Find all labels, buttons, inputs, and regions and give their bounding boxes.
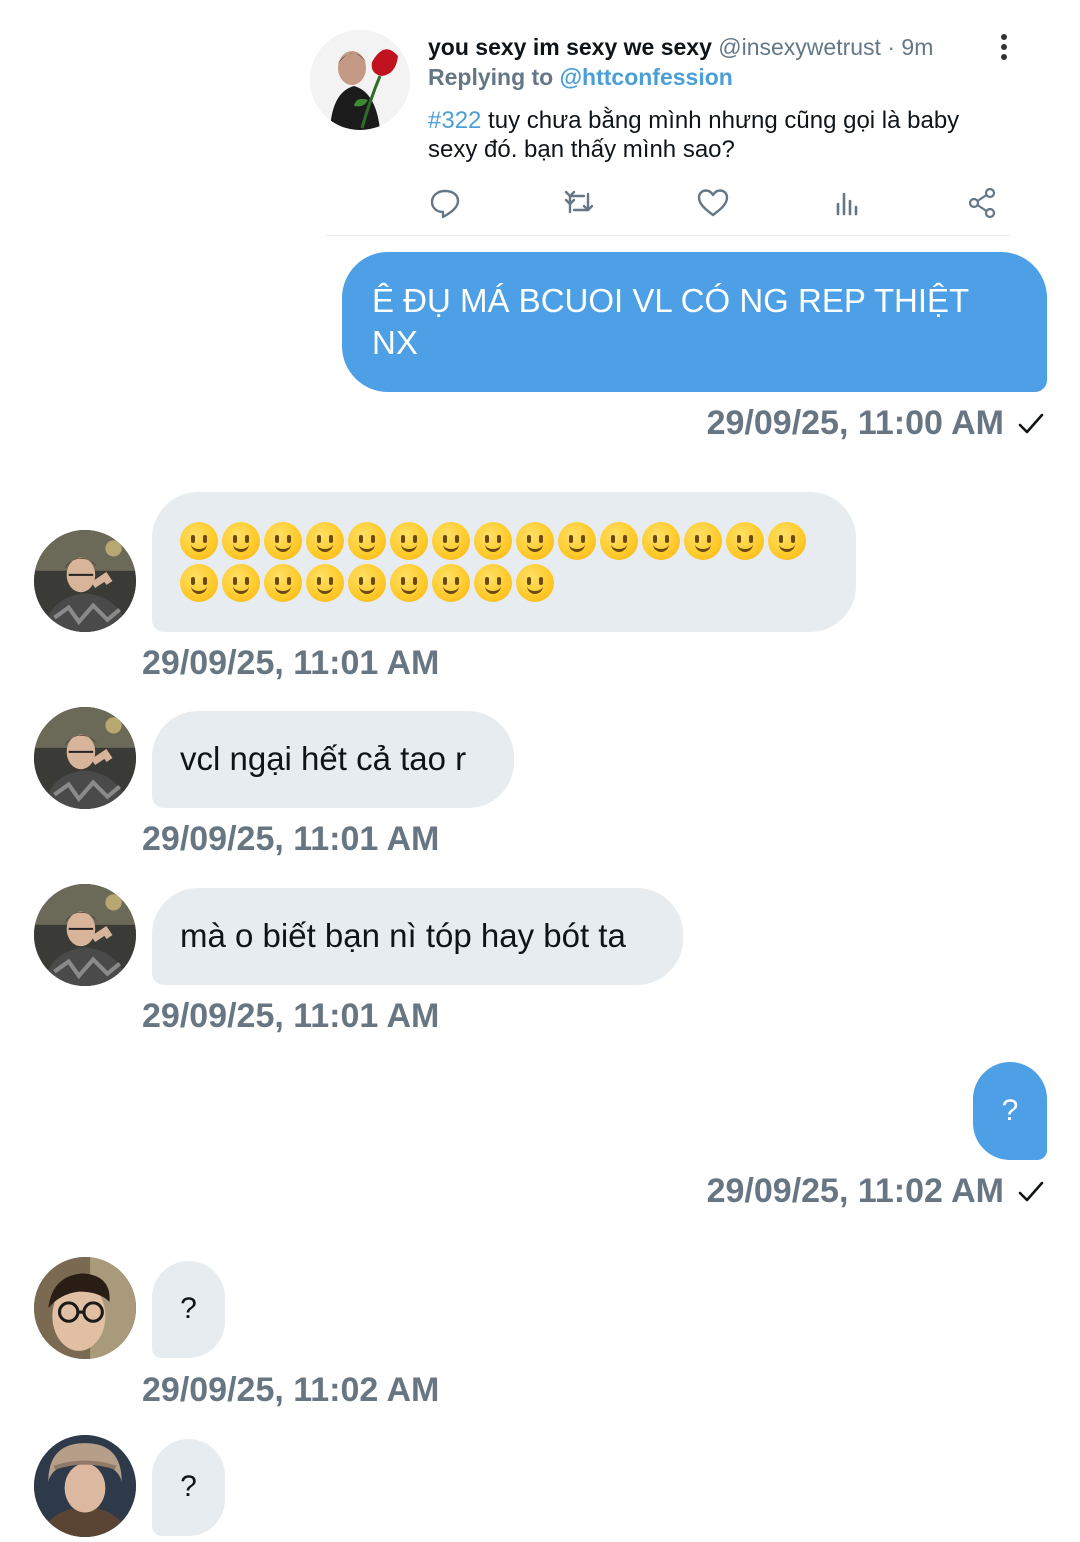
slightly-smiling-face-icon <box>474 564 512 602</box>
message-text: ? <box>180 1470 197 1503</box>
emoji-row <box>180 564 856 604</box>
slightly-smiling-face-icon <box>222 522 260 560</box>
slightly-smiling-face-icon <box>432 564 470 602</box>
message-bubble-received[interactable]: ? <box>152 1439 225 1536</box>
tweet-divider <box>326 235 1010 236</box>
sender-avatar[interactable] <box>34 884 136 986</box>
slightly-smiling-face-icon <box>390 522 428 560</box>
slightly-smiling-face-icon <box>432 522 470 560</box>
replying-to-line: Replying to @httconfession <box>428 64 733 91</box>
message-bubble-sent[interactable]: ? <box>973 1062 1047 1160</box>
slightly-smiling-face-icon <box>180 522 218 560</box>
slightly-smiling-face-icon <box>768 522 806 560</box>
message-text: Ê ĐỤ MÁ BCUOI VL CÓ NG REP THIỆT NX <box>372 282 969 361</box>
message-timestamp: 29/09/25, 11:01 AM <box>142 997 440 1035</box>
slightly-smiling-face-icon <box>306 564 344 602</box>
slightly-smiling-face-icon <box>684 522 722 560</box>
timestamp-text: 29/09/25, 11:00 AM <box>706 404 1004 442</box>
slightly-smiling-face-icon <box>348 522 386 560</box>
tweet-body: tuy chưa bằng mình nhưng cũng gọi là bab… <box>428 107 960 163</box>
slightly-smiling-face-icon <box>600 522 638 560</box>
slightly-smiling-face-icon <box>180 564 218 602</box>
tweet-time: 9m <box>901 34 934 60</box>
quoted-tweet-card[interactable]: you sexy im sexy we sexy @insexywetrust … <box>310 24 1010 238</box>
slightly-smiling-face-icon <box>222 564 260 602</box>
analytics-icon[interactable] <box>830 186 864 220</box>
slightly-smiling-face-icon <box>264 522 302 560</box>
tweet-author-avatar[interactable] <box>310 30 410 130</box>
slightly-smiling-face-icon <box>390 564 428 602</box>
message-bubble-received[interactable]: vcl ngại hết cả tao r <box>152 711 514 808</box>
message-timestamp: 29/09/25, 11:02 AM <box>707 1172 1044 1211</box>
tweet-text: #322 tuy chưa bằng mình nhưng cũng gọi l… <box>428 106 988 164</box>
replying-to-label: Replying to <box>428 64 554 90</box>
checkmark-icon <box>1018 412 1044 436</box>
slightly-smiling-face-icon <box>348 564 386 602</box>
slightly-smiling-face-icon <box>516 522 554 560</box>
message-text: mà o biết bạn nì tóp hay bót ta <box>180 917 626 954</box>
reply-icon[interactable] <box>428 186 462 220</box>
tweet-author-handle[interactable]: @insexywetrust <box>718 34 881 60</box>
message-text: ? <box>1001 1094 1019 1127</box>
slightly-smiling-face-icon <box>726 522 764 560</box>
message-bubble-received[interactable]: mà o biết bạn nì tóp hay bót ta <box>152 888 683 985</box>
message-bubble-received[interactable]: ? <box>152 1261 225 1358</box>
message-timestamp: 29/09/25, 11:01 AM <box>142 820 440 858</box>
message-bubble-received[interactable] <box>152 492 856 632</box>
more-options-icon[interactable] <box>998 34 1010 62</box>
sender-avatar[interactable] <box>34 707 136 809</box>
tweet-hashtag[interactable]: #322 <box>428 107 481 134</box>
slightly-smiling-face-icon <box>642 522 680 560</box>
slightly-smiling-face-icon <box>558 522 596 560</box>
like-icon[interactable] <box>696 186 730 220</box>
tweet-meta-separator: · <box>880 34 902 60</box>
share-icon[interactable] <box>966 186 1000 220</box>
timestamp-text: 29/09/25, 11:02 AM <box>706 1172 1004 1210</box>
retweet-icon[interactable] <box>562 186 596 220</box>
message-text: vcl ngại hết cả tao r <box>180 740 467 777</box>
message-timestamp: 29/09/25, 11:02 AM <box>142 1371 440 1409</box>
emoji-row <box>180 522 856 562</box>
slightly-smiling-face-icon <box>516 564 554 602</box>
tweet-author-name[interactable]: you sexy im sexy we sexy <box>428 34 712 60</box>
slightly-smiling-face-icon <box>306 522 344 560</box>
message-timestamp: 29/09/25, 11:01 AM <box>142 644 440 682</box>
tweet-action-bar <box>428 186 1000 222</box>
slightly-smiling-face-icon <box>264 564 302 602</box>
sender-avatar[interactable] <box>34 530 136 632</box>
message-timestamp: 29/09/25, 11:00 AM <box>707 404 1044 443</box>
checkmark-icon <box>1018 1180 1044 1204</box>
slightly-smiling-face-icon <box>474 522 512 560</box>
replying-to-mention[interactable]: @httconfession <box>560 64 733 90</box>
message-text: ? <box>180 1292 197 1325</box>
tweet-header: you sexy im sexy we sexy @insexywetrust … <box>428 32 970 62</box>
message-bubble-sent[interactable]: Ê ĐỤ MÁ BCUOI VL CÓ NG REP THIỆT NX <box>342 252 1047 392</box>
sender-avatar[interactable] <box>34 1435 136 1537</box>
sender-avatar[interactable] <box>34 1257 136 1359</box>
